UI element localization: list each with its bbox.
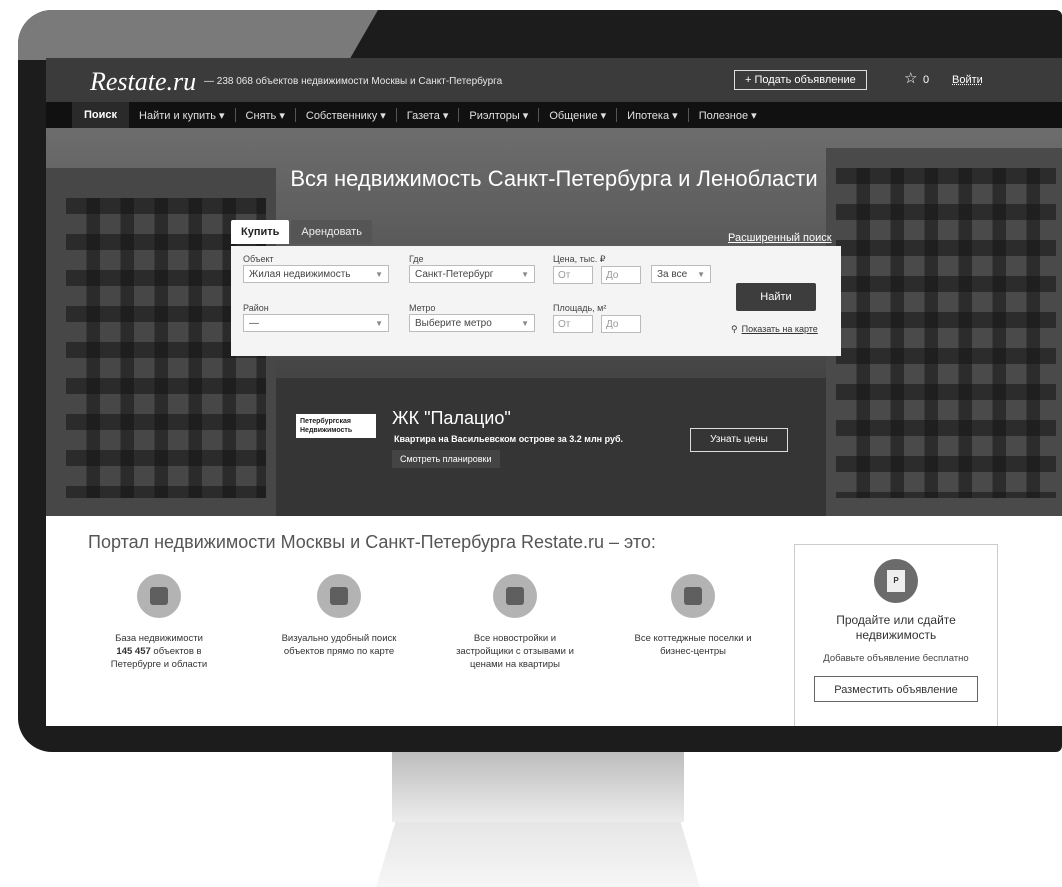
nav-item-useful[interactable]: Полезное ▾	[689, 109, 767, 122]
object-label: Объект	[243, 254, 274, 264]
site-logo[interactable]: Restate.ru	[90, 67, 196, 97]
feature-text: База недвижимости	[115, 633, 203, 644]
view-plans-button[interactable]: Смотреть планировки	[392, 450, 500, 468]
district-select-value: —	[249, 318, 259, 329]
search-tabs: Купить Арендовать	[231, 220, 374, 244]
feature-cottages: Все коттеджные поселки и бизнес-центры	[618, 564, 768, 658]
main-nav: Поиск Найти и купить ▾ Снять ▾ Собственн…	[46, 102, 1062, 128]
where-select[interactable]: Санкт-Петербург ▼	[409, 265, 535, 283]
price-period-value: За все	[657, 269, 688, 280]
feature-text: ценами на квартиры	[469, 659, 561, 670]
district-select[interactable]: — ▼	[243, 314, 389, 332]
browser-screen: Restate.ru — 238 068 объектов недвижимос…	[46, 58, 1062, 726]
area-from-input[interactable]: От	[553, 315, 593, 333]
feature-text: Визуально удобный поиск	[281, 633, 397, 644]
top-bar: Restate.ru — 238 068 объектов недвижимос…	[46, 58, 1062, 102]
monitor-glare	[18, 10, 378, 60]
feature-text: бизнес-центры	[660, 646, 726, 657]
feature-text: Петербурге и области	[110, 659, 208, 670]
learn-prices-button[interactable]: Узнать цены	[690, 428, 788, 452]
search-panel: Объект Жилая недвижимость ▼ Где Санкт-Пе…	[231, 246, 841, 356]
tab-buy[interactable]: Купить	[231, 220, 290, 244]
tab-rent[interactable]: Арендовать	[291, 220, 372, 244]
favorites-star-icon[interactable]: ☆	[904, 69, 917, 87]
chevron-down-icon: ▼	[375, 319, 383, 328]
nav-item-community[interactable]: Общение ▾	[539, 109, 616, 122]
monitor-frame: Restate.ru — 238 068 объектов недвижимос…	[18, 10, 1062, 752]
sell-subtitle: Добавьте объявление бесплатно	[823, 653, 969, 664]
feature-new-buildings: Все новостройки и застройщики с отзывами…	[440, 564, 590, 671]
area-label: Площадь, м²	[553, 303, 607, 313]
home-icon	[137, 574, 181, 618]
site-tagline: — 238 068 объектов недвижимости Москвы и…	[204, 76, 503, 87]
sell-listing-box: P Продайте или сдайте недвижимость Добав…	[794, 544, 998, 726]
feature-text: объектов прямо по карте	[283, 646, 395, 657]
hero-title: Вся недвижимость Санкт-Петербурга и Лено…	[290, 166, 818, 191]
chevron-down-icon: ▼	[521, 270, 529, 279]
feature-text: Все коттеджные поселки и	[634, 633, 752, 644]
feature-count: 145 457	[116, 646, 151, 657]
price-period-select[interactable]: За все ▼	[651, 265, 711, 283]
find-button[interactable]: Найти	[736, 283, 816, 311]
building-windows-image	[836, 168, 1056, 498]
area-to-input[interactable]: До	[601, 315, 641, 333]
object-select[interactable]: Жилая недвижимость ▼	[243, 265, 389, 283]
sell-title: Продайте или сдайте недвижимость	[836, 613, 956, 642]
document-icon-label: P	[887, 570, 905, 592]
feature-database: База недвижимости 145 457 объектов в Пет…	[84, 564, 234, 671]
promo-logo-line-1: Петербургская	[300, 418, 351, 425]
post-listing-button[interactable]: Разместить объявление	[814, 676, 978, 702]
monitor-stand-neck	[392, 752, 684, 822]
nav-item-realtors[interactable]: Риэлторы ▾	[459, 109, 538, 122]
monitor-stand-base	[376, 822, 700, 887]
feature-text: Все новостройки и	[473, 633, 557, 644]
where-label: Где	[409, 254, 424, 264]
crane-icon	[493, 574, 537, 618]
metro-label: Метро	[409, 303, 436, 313]
feature-text: 145 457 объектов в	[84, 645, 234, 658]
document-icon: P	[874, 559, 918, 603]
advanced-search-link[interactable]: Расширенный поиск	[728, 232, 832, 244]
portal-title: Портал недвижимости Москвы и Санкт-Петер…	[88, 532, 656, 552]
cottage-icon	[671, 574, 715, 618]
feature-text: объектов в	[153, 646, 202, 657]
price-from-input[interactable]: От	[553, 266, 593, 284]
show-on-map-label: Показать на карте	[741, 324, 818, 334]
favorites-count: 0	[923, 74, 930, 86]
metro-select[interactable]: Выберите метро ▼	[409, 314, 535, 332]
nav-item-buy[interactable]: Найти и купить ▾	[129, 109, 235, 122]
nav-item-owner[interactable]: Собственнику ▾	[296, 109, 396, 122]
chevron-down-icon: ▼	[697, 270, 705, 279]
add-listing-button[interactable]: + Подать объявление	[734, 70, 867, 90]
map-pin-icon	[317, 574, 361, 618]
nav-item-newspaper[interactable]: Газета ▾	[397, 109, 459, 122]
feature-map-search: Визуально удобный поиск объектов прямо п…	[264, 564, 414, 658]
where-select-value: Санкт-Петербург	[415, 269, 494, 280]
chevron-down-icon: ▼	[375, 270, 383, 279]
feature-text: застройщики с отзывами и	[456, 646, 574, 657]
nav-item-rent[interactable]: Снять ▾	[236, 109, 295, 122]
price-label: Цена, тыс. ₽	[553, 254, 606, 264]
object-select-value: Жилая недвижимость	[249, 269, 351, 280]
map-pin-icon: ⚲	[731, 324, 738, 334]
metro-select-value: Выберите метро	[415, 318, 492, 329]
nav-item-mortgage[interactable]: Ипотека ▾	[617, 109, 688, 122]
show-on-map-link[interactable]: ⚲ Показать на карте	[731, 324, 818, 335]
price-to-input[interactable]: До	[601, 266, 641, 284]
promo-logo[interactable]: Петербургская Недвижимость	[296, 414, 376, 438]
login-link[interactable]: Войти	[952, 74, 983, 86]
district-label: Район	[243, 303, 269, 313]
nav-item-search[interactable]: Поиск	[72, 102, 130, 128]
chevron-down-icon: ▼	[521, 319, 529, 328]
promo-title: ЖК "Палацио"	[392, 408, 511, 428]
promo-logo-line-2: Недвижимость	[300, 427, 353, 434]
promo-subtitle: Квартира на Васильевском острове за 3.2 …	[394, 434, 624, 444]
hero-banner: Вся недвижимость Санкт-Петербурга и Лено…	[46, 128, 1062, 516]
